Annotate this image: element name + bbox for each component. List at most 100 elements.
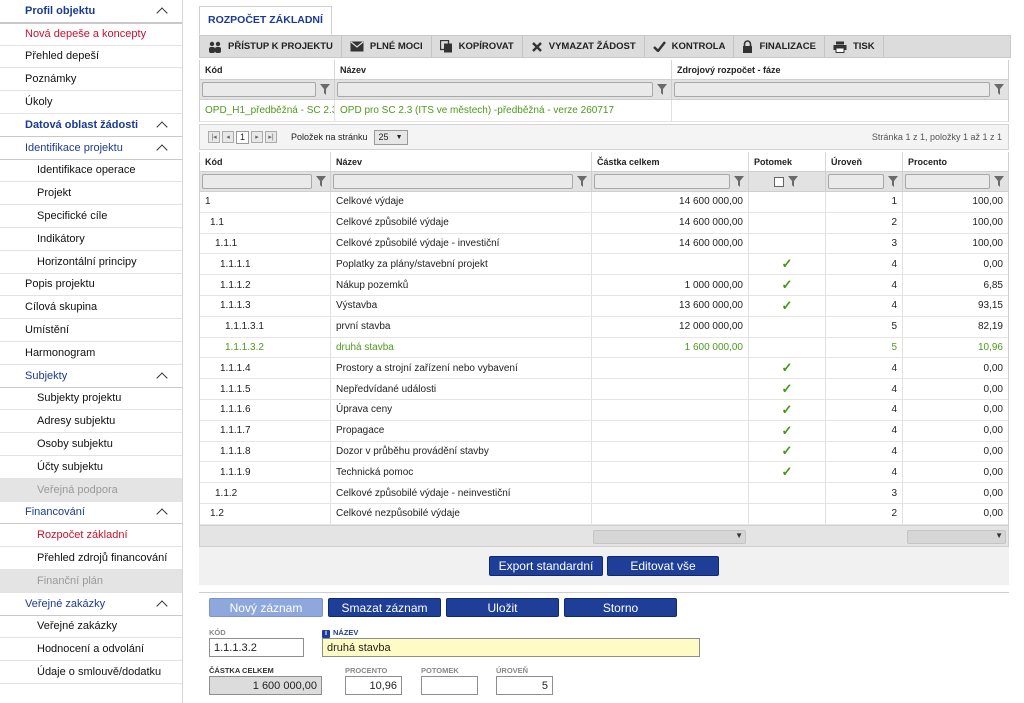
table-row[interactable]: 1.1.1.9 Technická pomoc ✓ 4 0,00 <box>200 462 1008 484</box>
delete-record-button[interactable]: Smazat záznam <box>328 598 441 617</box>
sidebar-item-7[interactable]: Identifikace operace <box>0 160 182 183</box>
toolbar-button-3[interactable]: VYMAZAT ŽÁDOST <box>523 36 645 57</box>
filter-faze[interactable] <box>672 80 1008 99</box>
column-header-nazev[interactable]: Název <box>335 60 672 79</box>
sidebar-item-2[interactable]: Přehled depeší <box>0 46 182 69</box>
castka-summary-select[interactable]: ▼ <box>593 530 746 544</box>
filter-uroven[interactable] <box>826 172 903 191</box>
potomek-filter-checkbox[interactable] <box>774 176 784 187</box>
filter-icon[interactable] <box>886 175 900 189</box>
tab-rozpocet-zakladni[interactable]: ROZPOČET ZÁKLADNÍ <box>199 6 332 35</box>
sidebar-item-28[interactable]: Hodnocení a odvolání <box>0 638 182 662</box>
filter-kod[interactable] <box>200 172 331 191</box>
sidebar-item-10[interactable]: Indikátory <box>0 228 182 251</box>
table-row[interactable]: 1.1.1.7 Propagace ✓ 4 0,00 <box>200 420 1008 442</box>
toolbar-button-1[interactable]: PLNÉ MOCI <box>342 36 432 57</box>
column-header-potomek[interactable]: Potomek <box>749 152 826 171</box>
filter-icon[interactable] <box>992 83 1006 97</box>
export-button[interactable]: Export standardní <box>489 556 603 576</box>
sidebar-item-25[interactable]: Finanční plán <box>0 569 182 593</box>
filter-kod[interactable] <box>200 80 335 99</box>
table-row[interactable]: 1.1.1.8 Dozor v průběhu provádění stavby ✓… <box>200 441 1008 463</box>
filter-icon[interactable] <box>655 83 669 97</box>
sidebar-item-11[interactable]: Horizontální principy <box>0 251 182 274</box>
prev-page-button[interactable]: ◂ <box>222 131 234 143</box>
sidebar-item-20[interactable]: Účty subjektu <box>0 456 182 479</box>
column-header-kod[interactable]: Kód <box>200 152 331 171</box>
table-row[interactable]: 1.1.1.3.1 první stavba 12 000 000,00 5 82,19 <box>200 316 1008 338</box>
sidebar-section-26[interactable]: Veřejné zakázky <box>0 592 182 616</box>
filter-icon[interactable] <box>786 175 800 189</box>
first-page-button[interactable]: |◂ <box>208 131 220 143</box>
filter-nazev[interactable] <box>335 80 672 99</box>
sidebar-item-4[interactable]: Úkoly <box>0 91 182 114</box>
table-row[interactable]: 1.1.1.2 Nákup pozemků 1 000 000,00 ✓ 4 6,85 <box>200 275 1008 296</box>
sidebar-section-0[interactable]: Profil objektu <box>0 0 182 23</box>
uroven-field[interactable]: 5 <box>496 676 553 695</box>
filter-icon[interactable] <box>314 175 328 189</box>
sidebar-section-16[interactable]: Subjekty <box>0 364 182 388</box>
filter-potomek[interactable] <box>749 172 826 191</box>
chevron-up-icon[interactable] <box>156 7 168 15</box>
chevron-up-icon[interactable] <box>156 121 168 129</box>
sidebar-section-5[interactable]: Datová oblast žádosti <box>0 113 182 137</box>
chevron-up-icon[interactable] <box>156 600 168 608</box>
chevron-up-icon[interactable] <box>156 372 168 380</box>
kod-field[interactable]: 1.1.1.3.2 <box>209 638 304 657</box>
table-row[interactable]: 1.1.2 Celkové způsobilé výdaje - neinvest… <box>200 483 1008 504</box>
sidebar-item-21[interactable]: Veřejná podpora <box>0 478 182 502</box>
sidebar-item-19[interactable]: Osoby subjektu <box>0 433 182 456</box>
table-row[interactable]: 1.1.1.5 Nepředvídané události ✓ 4 0,00 <box>200 379 1008 400</box>
sidebar-item-15[interactable]: Harmonogram <box>0 342 182 365</box>
filter-icon[interactable] <box>992 175 1006 189</box>
sidebar-item-1[interactable]: Nová depeše a koncepty <box>0 22 182 46</box>
filter-icon[interactable] <box>318 83 332 97</box>
sidebar-item-8[interactable]: Projekt <box>0 182 182 206</box>
sidebar-item-13[interactable]: Cílová skupina <box>0 296 182 320</box>
next-page-button[interactable]: ▸ <box>251 131 263 143</box>
table-row[interactable]: 1.1.1.3 Výstavba 13 600 000,00 ✓ 4 93,15 <box>200 295 1008 317</box>
procento-summary-select[interactable]: ▼ <box>907 530 1006 544</box>
column-header-kod[interactable]: Kód <box>200 60 335 79</box>
table-row[interactable]: 1.1.1.3.2 druhá stavba 1 600 000,00 5 10,96 <box>200 337 1008 359</box>
sidebar-item-24[interactable]: Přehled zdrojů financování <box>0 547 182 570</box>
new-record-button[interactable]: Nový záznam <box>209 598 323 617</box>
toolbar-button-6[interactable]: TISK <box>825 36 884 57</box>
sidebar-item-18[interactable]: Adresy subjektu <box>0 410 182 434</box>
filter-procento[interactable] <box>903 172 1008 191</box>
procento-field[interactable]: 10,96 <box>345 676 402 695</box>
sidebar-item-14[interactable]: Umístění <box>0 319 182 342</box>
sidebar-item-29[interactable]: Údaje o smlouvě/dodatku <box>0 661 182 684</box>
per-page-select[interactable]: 25 ▼ <box>373 129 408 145</box>
toolbar-button-4[interactable]: KONTROLA <box>645 36 735 57</box>
column-header-procento[interactable]: Procento <box>903 152 1008 171</box>
filter-icon[interactable] <box>575 175 589 189</box>
table-row[interactable]: 1.1.1.1 Poplatky za plány/stavební projek… <box>200 254 1008 276</box>
toolbar-button-5[interactable]: FINALIZACE <box>734 36 825 57</box>
table-row[interactable]: OPD_H1_předběžná - SC 2.3... OPD pro SC … <box>200 100 1008 122</box>
column-header-castka[interactable]: Částka celkem <box>592 152 749 171</box>
column-header-nazev[interactable]: Název <box>331 152 592 171</box>
edit-all-button[interactable]: Editovat vše <box>607 556 719 576</box>
sidebar-item-9[interactable]: Specifické cíle <box>0 205 182 228</box>
potomek-field[interactable] <box>421 676 478 695</box>
table-row[interactable]: 1.1.1.6 Úprava ceny ✓ 4 0,00 <box>200 399 1008 421</box>
table-row[interactable]: 1.1.1.4 Prostory a strojní zařízení nebo … <box>200 358 1008 380</box>
sidebar-item-23[interactable]: Rozpočet základní <box>0 524 182 548</box>
sidebar-item-3[interactable]: Poznámky <box>0 68 182 92</box>
filter-castka[interactable] <box>592 172 749 191</box>
filter-icon[interactable] <box>732 175 746 189</box>
sidebar-section-6[interactable]: Identifikace projektu <box>0 136 182 160</box>
toolbar-button-0[interactable]: PŘÍSTUP K PROJEKTU <box>200 36 342 57</box>
cancel-button[interactable]: Storno <box>564 598 677 617</box>
toolbar-button-2[interactable]: KOPÍROVAT <box>432 36 523 57</box>
save-button[interactable]: Uložit <box>446 598 559 617</box>
sidebar-section-22[interactable]: Financování <box>0 501 182 525</box>
page-number[interactable]: 1 <box>236 130 249 144</box>
column-header-faze[interactable]: Zdrojový rozpočet - fáze <box>672 60 1008 79</box>
sidebar-item-12[interactable]: Popis projektu <box>0 274 182 297</box>
column-header-uroven[interactable]: Úroveň <box>826 152 903 171</box>
chevron-up-icon[interactable] <box>156 508 168 516</box>
filter-nazev[interactable] <box>331 172 592 191</box>
chevron-up-icon[interactable] <box>156 144 168 152</box>
